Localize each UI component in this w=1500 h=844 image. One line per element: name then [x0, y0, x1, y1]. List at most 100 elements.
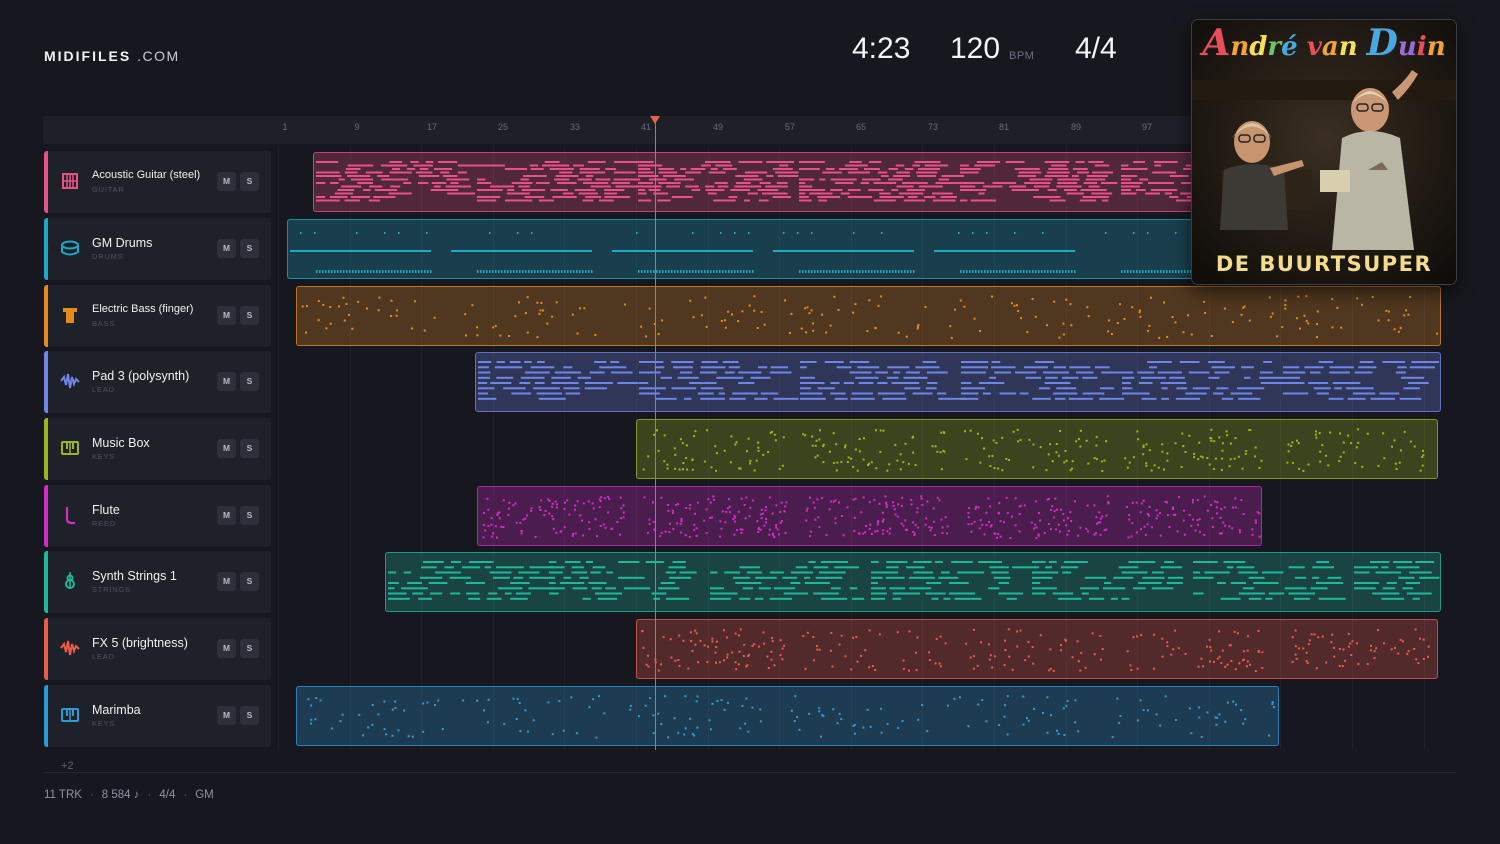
midi-clip[interactable]	[475, 352, 1441, 412]
midi-clip[interactable]	[296, 686, 1279, 746]
wave-icon	[60, 638, 80, 658]
solo-button[interactable]: S	[240, 439, 259, 458]
track-count: 11 TRK	[44, 789, 82, 801]
track-category: GUITAR	[92, 185, 125, 194]
track-header[interactable]: Pad 3 (polysynth) LEAD M S	[44, 351, 271, 413]
album-artist: André van Duin	[1202, 22, 1446, 64]
note-pattern	[388, 561, 1440, 600]
midi-clip[interactable]	[296, 286, 1441, 346]
keys-icon	[60, 438, 80, 458]
track-name: Electric Bass (finger)	[92, 303, 194, 315]
midi-standard: GM	[195, 789, 214, 801]
track-name: Marimba	[92, 703, 141, 717]
track-name: FX 5 (brightness)	[92, 636, 188, 650]
ruler-tick: 97	[1141, 122, 1153, 132]
bass-icon	[60, 305, 80, 325]
solo-button[interactable]: S	[240, 706, 259, 725]
track-category: KEYS	[92, 719, 116, 728]
track-name: Acoustic Guitar (steel)	[92, 169, 201, 181]
solo-button[interactable]: S	[240, 572, 259, 591]
solo-button[interactable]: S	[240, 306, 259, 325]
flute-icon	[60, 505, 80, 525]
brand-logo: MIDIFILES .COM	[44, 48, 180, 64]
track-category: DRUMS	[92, 252, 124, 261]
time-signature: 4/4	[1075, 32, 1117, 65]
solo-button[interactable]: S	[240, 506, 259, 525]
note-pattern	[316, 161, 1206, 202]
album-title: DE BUURTSUPER	[1215, 252, 1433, 276]
ruler-tick: 81	[998, 122, 1010, 132]
track-name: Music Box	[92, 436, 150, 450]
mute-button[interactable]: M	[217, 306, 236, 325]
solo-button[interactable]: S	[240, 172, 259, 191]
solo-button[interactable]: S	[240, 372, 259, 391]
solo-button[interactable]: S	[240, 639, 259, 658]
ruler-tick: 17	[426, 122, 438, 132]
midi-clip[interactable]	[636, 619, 1438, 679]
mute-button[interactable]: M	[217, 239, 236, 258]
ruler-tick: 57	[784, 122, 796, 132]
track-color-stripe	[44, 151, 48, 213]
track-header[interactable]: Acoustic Guitar (steel) GUITAR M S	[44, 151, 271, 213]
track-color-stripe	[44, 218, 48, 280]
tempo-unit: BPM	[1009, 50, 1035, 62]
ruler-tick: 49	[712, 122, 724, 132]
note-pattern	[642, 428, 1425, 472]
mute-button[interactable]: M	[217, 706, 236, 725]
footer-stats: 11 TRK · 8 584 ♪ · 4/4 · GM	[44, 789, 214, 801]
footer-divider	[43, 772, 1457, 773]
track-header[interactable]: Marimba KEYS M S	[44, 685, 271, 747]
tempo-value: 120	[950, 32, 1001, 65]
ruler-tick: 89	[1070, 122, 1082, 132]
wave-icon	[60, 371, 80, 391]
grid-line	[278, 146, 279, 750]
drum-icon	[60, 238, 80, 258]
mute-button[interactable]: M	[217, 572, 236, 591]
ruler-tick: 73	[927, 122, 939, 132]
track-category: LEAD	[92, 652, 115, 661]
track-color-stripe	[44, 285, 48, 347]
guitar-icon	[60, 171, 80, 191]
midi-clip[interactable]	[636, 419, 1438, 479]
ruler-tick: 33	[569, 122, 581, 132]
track-name: GM Drums	[92, 236, 153, 250]
more-tracks-indicator[interactable]: +2	[61, 760, 74, 772]
song-duration: 4:23	[852, 32, 911, 65]
track-header[interactable]: Synth Strings 1 STRINGS M S	[44, 551, 271, 613]
note-pattern	[641, 628, 1430, 672]
track-color-stripe	[44, 418, 48, 480]
mute-button[interactable]: M	[217, 372, 236, 391]
midi-clip[interactable]	[477, 486, 1262, 546]
track-header[interactable]: FX 5 (brightness) LEAD M S	[44, 618, 271, 680]
track-color-stripe	[44, 485, 48, 547]
mute-button[interactable]: M	[217, 506, 236, 525]
footer-signature: 4/4	[159, 789, 176, 801]
track-header[interactable]: GM Drums DRUMS M S	[44, 218, 271, 280]
note-pattern	[478, 361, 1440, 400]
track-name: Synth Strings 1	[92, 569, 177, 583]
solo-button[interactable]: S	[240, 239, 259, 258]
note-count: 8 584 ♪	[101, 789, 140, 801]
mute-button[interactable]: M	[217, 639, 236, 658]
track-header[interactable]: Music Box KEYS M S	[44, 418, 271, 480]
mute-button[interactable]: M	[217, 172, 236, 191]
midi-clip[interactable]	[385, 552, 1441, 612]
note-pattern	[482, 495, 1261, 539]
brand-name: MIDIFILES	[44, 48, 132, 64]
track-header[interactable]: Electric Bass (finger) BASS M S	[44, 285, 271, 347]
track-category: LEAD	[92, 385, 115, 394]
midi-clip[interactable]	[287, 219, 1208, 279]
track-color-stripe	[44, 618, 48, 680]
track-color-stripe	[44, 351, 48, 413]
midi-clip[interactable]	[313, 152, 1208, 212]
track-color-stripe	[44, 685, 48, 747]
violin-icon	[60, 571, 80, 591]
track-category: STRINGS	[92, 585, 131, 594]
track-header[interactable]: Flute REED M S	[44, 485, 271, 547]
mute-button[interactable]: M	[217, 439, 236, 458]
ruler-tick: 1	[282, 122, 288, 132]
ruler-tick: 25	[497, 122, 509, 132]
track-category: REED	[92, 519, 117, 528]
playhead[interactable]	[655, 120, 656, 750]
album-cover: André van Duin DE BUURTSUPER	[1191, 19, 1457, 285]
